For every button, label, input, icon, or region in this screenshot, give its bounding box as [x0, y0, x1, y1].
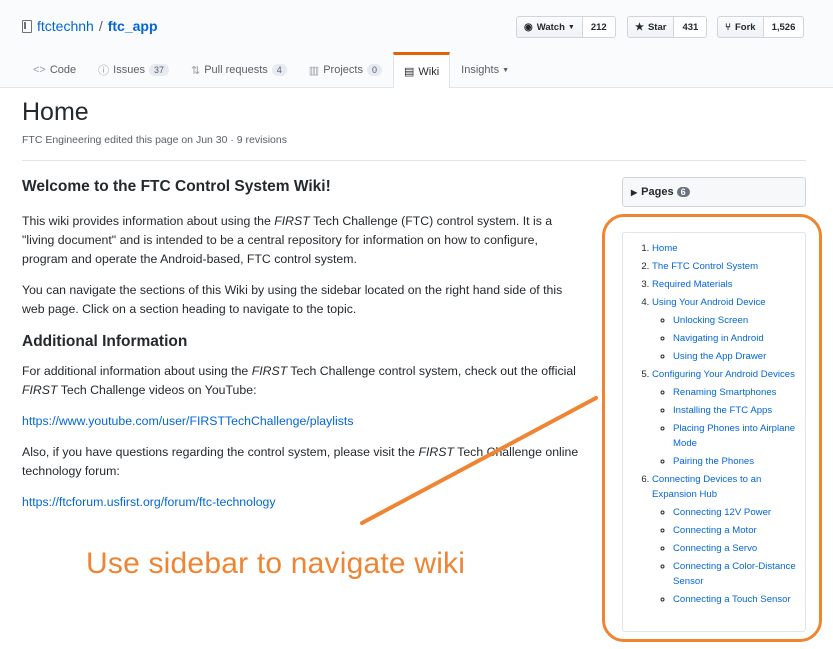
annotation-text: Use sidebar to navigate wiki	[86, 547, 466, 580]
annotation-line	[360, 396, 598, 525]
